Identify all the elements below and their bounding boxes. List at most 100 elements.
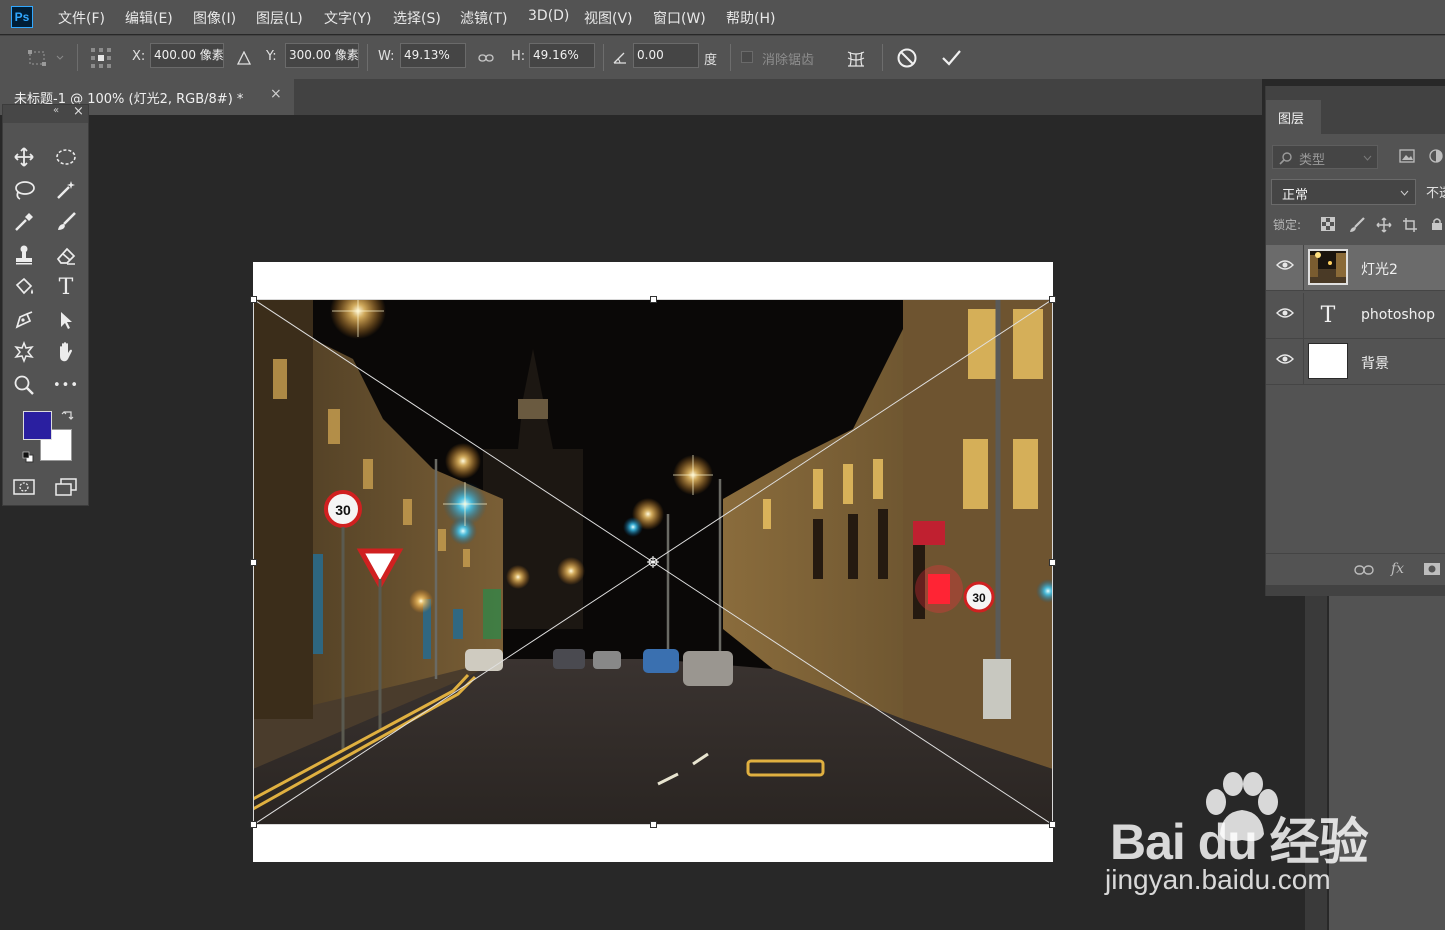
layer-row-background[interactable]: 背景: [1266, 339, 1445, 385]
menu-bar: Ps 文件(F) 编辑(E) 图像(I) 图层(L) 文字(Y) 选择(S) 滤…: [0, 0, 1445, 34]
rotate-angle-icon: [610, 36, 630, 79]
menu-type[interactable]: 文字(Y): [324, 8, 371, 28]
free-transform-bounding-box[interactable]: [250, 296, 1056, 828]
eraser-tool-icon[interactable]: [52, 241, 80, 269]
menu-view[interactable]: 视图(V): [584, 8, 633, 28]
elliptical-marquee-icon[interactable]: [52, 143, 80, 171]
lock-transparent-icon[interactable]: [1321, 217, 1335, 231]
layer-name: photoshop: [1361, 307, 1435, 323]
image-filter-icon[interactable]: [1399, 149, 1415, 163]
layer-thumbnail-image: [1308, 249, 1348, 285]
transform-handle-right[interactable]: [1049, 559, 1056, 566]
rotate-angle-field[interactable]: 0.00: [633, 43, 699, 68]
more-tools-icon[interactable]: •••: [52, 371, 80, 399]
layers-panel-tabbar: 图层: [1266, 86, 1445, 134]
tools-panel: « × T •••: [2, 104, 89, 506]
lock-artboard-icon[interactable]: [1402, 217, 1418, 233]
transform-handle-top[interactable]: [650, 296, 657, 303]
opacity-label[interactable]: 不透明度:: [1426, 182, 1445, 201]
transform-handle-bottom-left[interactable]: [250, 821, 257, 828]
screen-mode-icon[interactable]: [52, 473, 80, 501]
tools-panel-header[interactable]: « ×: [3, 104, 88, 123]
menu-layer[interactable]: 图层(L): [256, 8, 303, 28]
eye-icon[interactable]: [1276, 307, 1294, 319]
commit-transform-icon[interactable]: [938, 36, 964, 79]
layers-panel-resize-bar[interactable]: [1266, 585, 1445, 596]
w-label: W:: [378, 49, 395, 64]
layer-name: 背景: [1361, 356, 1389, 372]
foreground-color-swatch[interactable]: [23, 411, 52, 440]
menu-image[interactable]: 图像(I): [193, 8, 236, 28]
link-icon[interactable]: [475, 36, 497, 79]
tab-layers[interactable]: 图层: [1266, 100, 1321, 134]
close-icon[interactable]: ×: [270, 86, 282, 102]
y-position-field[interactable]: 300.00 像素: [285, 43, 359, 68]
pen-tool-icon[interactable]: [10, 306, 38, 334]
close-icon[interactable]: ×: [73, 104, 84, 119]
add-mask-icon[interactable]: [1423, 562, 1441, 576]
default-colors-icon[interactable]: [22, 451, 34, 467]
adjustment-filter-icon[interactable]: [1429, 149, 1443, 163]
link-layers-icon[interactable]: [1354, 564, 1374, 576]
path-selection-icon[interactable]: [52, 306, 80, 334]
menu-help[interactable]: 帮助(H): [726, 8, 775, 28]
zoom-tool-icon[interactable]: [10, 371, 38, 399]
document-tab-bar: 未标题-1 @ 100% (灯光2, RGB/8#) * ×: [0, 79, 1262, 115]
menu-window[interactable]: 窗口(W): [653, 8, 706, 28]
photoshop-logo[interactable]: Ps: [11, 6, 33, 28]
collapse-icon[interactable]: «: [53, 105, 59, 116]
menu-select[interactable]: 选择(S): [393, 8, 441, 28]
text-layer-icon: T: [1308, 297, 1348, 333]
transform-preset-icon[interactable]: [22, 36, 68, 79]
swap-colors-icon[interactable]: [61, 408, 75, 426]
transform-handle-bottom-right[interactable]: [1049, 821, 1056, 828]
x-position-field[interactable]: 400.00 像素: [150, 43, 224, 68]
width-field[interactable]: 49.13%: [400, 43, 466, 68]
layers-panel: 图层 类型 正常 不透明度: 锁定: 灯光2 T photoshop: [1265, 86, 1445, 596]
lock-position-icon[interactable]: [1376, 217, 1392, 233]
antialias-checkbox[interactable]: [741, 51, 753, 63]
more-tools-glyph: •••: [52, 377, 79, 393]
hand-tool-icon[interactable]: [52, 338, 80, 366]
antialias-label: 消除锯齿: [762, 53, 815, 68]
height-field[interactable]: 49.16%: [529, 43, 595, 68]
layer-row-light2[interactable]: 灯光2: [1266, 245, 1445, 291]
layers-panel-footer: fx: [1266, 553, 1445, 586]
layer-thumbnail-white: [1308, 343, 1348, 379]
type-tool-icon[interactable]: T: [52, 273, 80, 301]
menu-edit[interactable]: 编辑(E): [125, 8, 173, 28]
menu-file[interactable]: 文件(F): [58, 8, 105, 28]
reference-point-icon[interactable]: [88, 36, 114, 79]
lock-pixels-icon[interactable]: [1349, 217, 1365, 233]
lasso-tool-icon[interactable]: [10, 176, 38, 204]
quick-mask-icon[interactable]: [10, 473, 38, 501]
lock-all-icon[interactable]: [1431, 217, 1443, 231]
eye-icon[interactable]: [1276, 353, 1294, 365]
clone-stamp-icon[interactable]: [10, 241, 38, 269]
text-layer-glyph: T: [1320, 302, 1336, 328]
menu-3d[interactable]: 3D(D): [528, 8, 569, 24]
warp-mode-icon[interactable]: [842, 36, 870, 79]
brush-tool-icon[interactable]: [52, 208, 80, 236]
layer-filter-label: 类型: [1299, 153, 1326, 168]
transform-handle-top-right[interactable]: [1049, 296, 1056, 303]
watermark-url: jingyan.baidu.com: [1105, 864, 1331, 895]
move-tool-icon[interactable]: [10, 143, 38, 171]
layer-row-photoshop[interactable]: T photoshop: [1266, 293, 1445, 339]
transform-handle-top-left[interactable]: [250, 296, 257, 303]
custom-shape-icon[interactable]: [10, 338, 38, 366]
magic-wand-icon[interactable]: [52, 176, 80, 204]
eye-icon[interactable]: [1276, 259, 1294, 271]
cancel-transform-icon[interactable]: [894, 36, 920, 79]
relative-position-icon[interactable]: [234, 36, 254, 79]
transform-handle-left[interactable]: [250, 559, 257, 566]
menu-filter[interactable]: 滤镜(T): [460, 8, 507, 28]
layer-effects-icon[interactable]: fx: [1391, 561, 1404, 577]
baidu-jingyan-watermark: Bai du 经验 jingyan.baidu.com: [1105, 772, 1375, 902]
eyedropper-icon[interactable]: [10, 208, 38, 236]
paint-bucket-icon[interactable]: [10, 273, 38, 301]
layer-filter-dropdown[interactable]: 类型: [1272, 145, 1378, 169]
blend-mode-dropdown[interactable]: 正常: [1271, 179, 1416, 205]
chevron-down-icon: [1400, 190, 1409, 196]
transform-handle-bottom[interactable]: [650, 821, 657, 828]
